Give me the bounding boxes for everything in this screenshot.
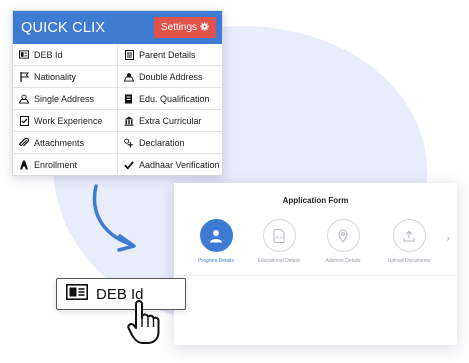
step-label: Program Details: [198, 258, 234, 264]
upload-icon: [392, 219, 426, 252]
step-program-details[interactable]: Program Details: [181, 219, 251, 264]
quick-clix-title: QUICK CLIX: [21, 19, 106, 36]
enrollment-icon: [19, 160, 29, 170]
quick-clix-panel: QUICK CLIX Settings DEB Id Parent Detail…: [12, 10, 223, 176]
step-label: Address Details: [325, 258, 361, 264]
user-icon: [199, 219, 233, 252]
step-upload-documents[interactable]: Upload Documents: [374, 219, 444, 264]
quick-item-aadhaar-verification[interactable]: Aadhaar Verification: [118, 154, 222, 176]
curved-arrow-icon: [92, 184, 136, 252]
bank-icon: [124, 116, 134, 126]
settings-label: Settings: [160, 22, 198, 33]
paperclip-icon: [19, 137, 29, 148]
application-form-title: Application Form: [282, 196, 349, 205]
id-card-icon: [66, 283, 88, 305]
quick-item-label: Aadhaar Verification: [139, 160, 220, 170]
checklist-icon: [19, 115, 29, 126]
settings-button[interactable]: Settings: [154, 17, 216, 38]
quick-item-deb-id[interactable]: DEB Id: [13, 44, 118, 66]
quick-item-label: Declaration: [139, 137, 185, 148]
quick-item-label: Double Address: [139, 71, 203, 82]
quick-item-double-address[interactable]: Double Address: [118, 66, 222, 88]
divider: [174, 275, 457, 276]
quick-clix-grid: DEB Id Parent Details Nationality Double…: [13, 44, 222, 176]
quick-item-label: Parent Details: [139, 49, 196, 60]
check-icon: [124, 160, 134, 170]
quick-item-label: Attachments: [34, 137, 85, 148]
location-pin-icon: [326, 219, 360, 252]
svg-text:PDF: PDF: [276, 235, 285, 240]
pdf-icon: PDF: [262, 219, 296, 252]
quick-item-work-experience[interactable]: Work Experience: [13, 110, 118, 132]
quick-item-enrollment[interactable]: Enrollment: [13, 154, 118, 176]
deb-id-button[interactable]: DEB Id: [56, 278, 186, 310]
quick-item-extra-curricular[interactable]: Extra Curricular: [118, 110, 222, 132]
quick-item-edu-qualification[interactable]: Edu. Qualification: [118, 88, 222, 110]
quick-item-label: Extra Curricular: [139, 115, 202, 126]
quick-item-label: Single Address: [34, 93, 95, 104]
quick-item-single-address[interactable]: Single Address: [13, 88, 118, 110]
address-icon: [19, 94, 29, 104]
quick-item-parent-details[interactable]: Parent Details: [118, 44, 222, 66]
step-label: Educational Details: [257, 258, 301, 264]
hand-cursor-icon: [127, 300, 160, 344]
quick-item-label: DEB Id: [34, 49, 63, 60]
quick-item-attachments[interactable]: Attachments: [13, 132, 118, 154]
declaration-icon: [124, 138, 134, 148]
quick-item-label: Nationality: [34, 71, 77, 82]
qualification-icon: [124, 94, 134, 104]
step-educational-details[interactable]: PDF Educational Details: [244, 219, 314, 264]
chevron-right-icon[interactable]: ›: [447, 233, 450, 244]
document-icon: [124, 49, 134, 60]
double-address-icon: [124, 72, 134, 82]
quick-item-nationality[interactable]: Nationality: [13, 66, 118, 88]
quick-item-label: Edu. Qualification: [139, 93, 210, 104]
quick-clix-header: QUICK CLIX Settings: [13, 11, 222, 44]
quick-item-declaration[interactable]: Declaration: [118, 132, 222, 154]
step-address-details[interactable]: Address Details: [308, 219, 378, 264]
gear-icon: [200, 21, 209, 34]
step-label: Upload Documents: [387, 258, 431, 264]
quick-item-label: Work Experience: [34, 115, 103, 126]
id-card-icon: [19, 50, 29, 60]
application-form-card: Application Form Program Details PDF Edu…: [174, 183, 457, 345]
quick-item-label: Enrollment: [34, 160, 78, 170]
flag-icon: [19, 71, 29, 82]
